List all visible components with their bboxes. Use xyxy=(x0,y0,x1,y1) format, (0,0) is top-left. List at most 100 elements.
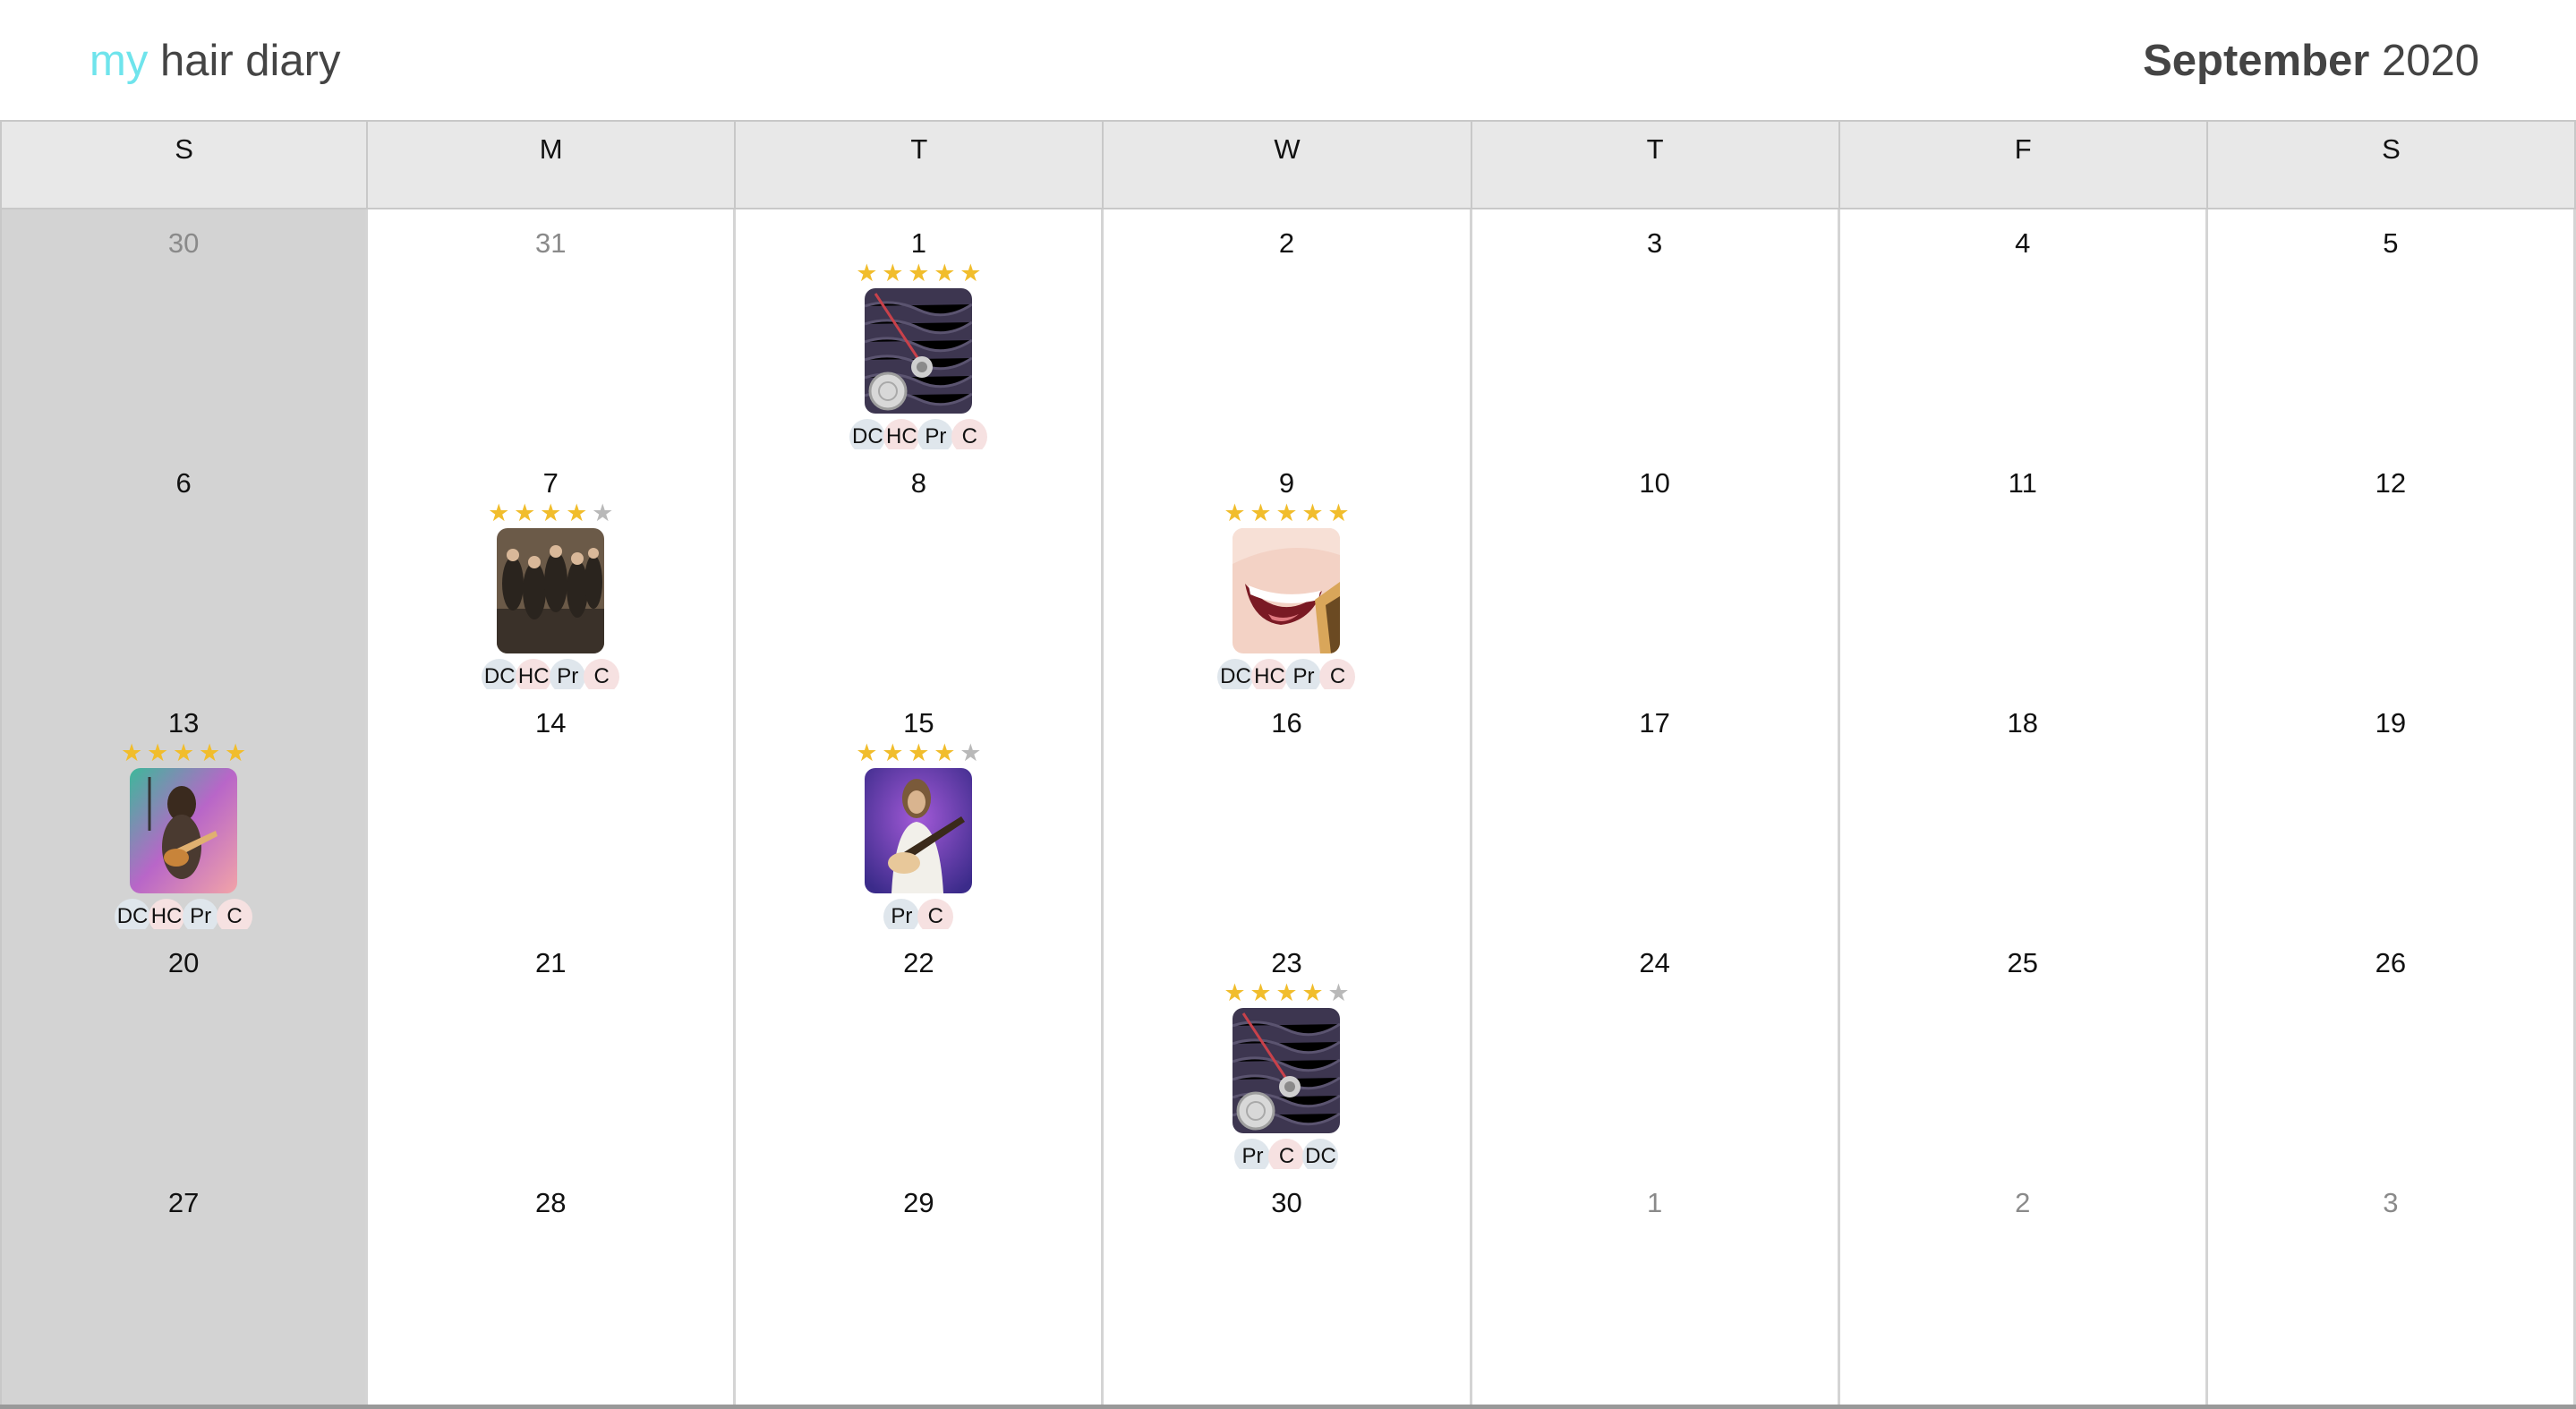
day-number: 7 xyxy=(542,467,559,499)
band-group-photo[interactable] xyxy=(497,528,605,653)
app-header: my hair diary September 2020 xyxy=(0,0,2576,120)
day-cell[interactable]: 29 xyxy=(736,1169,1105,1405)
week-row: 20 21 22 23 ★ ★ ★ ★ ★ Pr C DC 24 25 26 xyxy=(0,929,2576,1174)
star-icon: ★ xyxy=(934,739,956,766)
day-cell[interactable]: 2 xyxy=(1839,1169,2208,1405)
day-cell[interactable]: 22 xyxy=(736,929,1105,1174)
star-icon: ★ xyxy=(198,739,221,766)
day-cell[interactable]: 26 xyxy=(2207,929,2576,1174)
day-cell[interactable]: 3 xyxy=(1471,209,1840,455)
day-number: 2 xyxy=(1278,227,1295,259)
guitarist-stage-photo[interactable] xyxy=(130,768,238,893)
album-art-pendulum[interactable] xyxy=(1233,1008,1341,1133)
day-number: 9 xyxy=(1278,467,1295,499)
weekday-header: M xyxy=(368,122,737,208)
star-rating: ★ ★ ★ ★ ★ xyxy=(854,739,983,766)
star-rating: ★ ★ ★ ★ ★ xyxy=(486,501,615,525)
day-cell[interactable]: 12 xyxy=(2207,449,2576,695)
day-number: 11 xyxy=(2008,467,2037,499)
day-number: 30 xyxy=(167,227,200,259)
weekday-header: T xyxy=(736,122,1105,208)
day-cell[interactable]: 13 ★ ★ ★ ★ ★ DC HC Pr C xyxy=(0,689,369,935)
month-title: September 2020 xyxy=(2143,34,2479,88)
star-icon: ★ xyxy=(1301,500,1324,526)
day-cell[interactable]: 9 ★ ★ ★ ★ ★ DC HC Pr C xyxy=(1104,449,1472,695)
diary-entry[interactable]: ★ ★ ★ ★ ★ DC HC Pr C xyxy=(849,260,988,455)
star-icon: ★ xyxy=(882,739,904,766)
day-cell[interactable]: 21 xyxy=(368,929,737,1174)
day-cell[interactable]: 14 xyxy=(368,689,737,935)
day-number: 1 xyxy=(910,227,926,259)
day-cell[interactable]: 2 xyxy=(1104,209,1472,455)
day-number: 20 xyxy=(167,947,200,978)
star-icon: ★ xyxy=(1224,979,1246,1006)
weekday-header: S xyxy=(0,122,369,208)
day-number: 8 xyxy=(910,467,926,499)
star-icon: ★ xyxy=(1250,500,1272,526)
star-rating: ★ ★ ★ ★ ★ xyxy=(854,260,983,286)
day-cell[interactable]: 27 xyxy=(0,1169,369,1405)
star-icon: ★ xyxy=(856,739,878,766)
weekday-header: W xyxy=(1104,122,1472,208)
star-icon: ★ xyxy=(1250,979,1272,1006)
star-icon: ★ xyxy=(1224,500,1246,526)
star-icon: ★ xyxy=(1275,979,1298,1006)
day-number: 23 xyxy=(1271,947,1302,978)
app-logo[interactable]: my hair diary xyxy=(90,34,340,88)
day-number: 25 xyxy=(2007,947,2039,978)
guitarist-purple-photo[interactable] xyxy=(865,768,973,893)
day-cell[interactable]: 30 xyxy=(0,209,369,455)
day-number: 17 xyxy=(1639,707,1670,739)
day-cell[interactable]: 16 xyxy=(1104,689,1472,935)
day-cell[interactable]: 10 xyxy=(1471,449,1840,695)
day-number: 3 xyxy=(2383,1187,2399,1218)
diary-entry[interactable]: ★ ★ ★ ★ ★ Pr C xyxy=(854,739,983,935)
album-art-pendulum[interactable] xyxy=(865,288,973,414)
day-cell[interactable]: 7 ★ ★ ★ ★ ★ DC HC Pr C xyxy=(368,449,737,695)
day-cell[interactable]: 18 xyxy=(1839,689,2208,935)
weekday-header: T xyxy=(1471,122,1840,208)
day-number: 5 xyxy=(2383,227,2399,259)
day-cell[interactable]: 24 xyxy=(1471,929,1840,1174)
star-icon: ★ xyxy=(172,739,195,766)
diary-entry[interactable]: ★ ★ ★ ★ ★ DC HC Pr C xyxy=(115,739,253,935)
day-cell[interactable]: 6 xyxy=(0,449,369,695)
star-icon: ★ xyxy=(488,500,510,526)
star-rating: ★ ★ ★ ★ ★ xyxy=(1222,979,1351,1006)
day-cell[interactable]: 4 xyxy=(1839,209,2208,455)
day-number: 27 xyxy=(167,1187,200,1218)
day-number: 18 xyxy=(2007,707,2039,739)
day-number: 21 xyxy=(534,947,567,978)
day-cell[interactable]: 31 xyxy=(368,209,737,455)
day-cell[interactable]: 20 xyxy=(0,929,369,1174)
day-cell[interactable]: 1 xyxy=(1471,1169,1840,1405)
day-cell[interactable]: 8 xyxy=(736,449,1105,695)
day-number: 13 xyxy=(167,707,200,739)
day-cell[interactable]: 3 xyxy=(2207,1169,2576,1405)
day-cell[interactable]: 1 ★ ★ ★ ★ ★ DC HC Pr C xyxy=(736,209,1105,455)
day-cell[interactable]: 11 xyxy=(1839,449,2208,695)
month-year: 2020 xyxy=(2369,37,2479,85)
day-cell[interactable]: 15 ★ ★ ★ ★ ★ Pr C xyxy=(736,689,1105,935)
day-cell[interactable]: 30 xyxy=(1104,1169,1472,1405)
star-icon: ★ xyxy=(934,260,956,286)
day-cell[interactable]: 25 xyxy=(1839,929,2208,1174)
day-cell[interactable]: 23 ★ ★ ★ ★ ★ Pr C DC xyxy=(1104,929,1472,1174)
page: my hair diary September 2020 S M T W T F… xyxy=(0,0,2576,1409)
day-cell[interactable]: 5 xyxy=(2207,209,2576,455)
smiling-mouth-photo[interactable] xyxy=(1233,528,1341,653)
day-number: 1 xyxy=(1647,1187,1663,1218)
diary-entry[interactable]: ★ ★ ★ ★ ★ DC HC Pr C xyxy=(482,500,620,695)
star-icon: ★ xyxy=(908,739,930,766)
star-icon: ★ xyxy=(120,739,143,766)
day-cell[interactable]: 28 xyxy=(368,1169,737,1405)
day-number: 12 xyxy=(2375,467,2407,499)
day-number: 19 xyxy=(2375,707,2407,739)
brand-name: hair diary xyxy=(148,37,341,85)
day-number: 28 xyxy=(534,1187,567,1218)
diary-entry[interactable]: ★ ★ ★ ★ ★ Pr C DC xyxy=(1222,979,1351,1174)
day-cell[interactable]: 19 xyxy=(2207,689,2576,935)
diary-entry[interactable]: ★ ★ ★ ★ ★ DC HC Pr C xyxy=(1217,500,1356,695)
day-cell[interactable]: 17 xyxy=(1471,689,1840,935)
star-rating: ★ ★ ★ ★ ★ xyxy=(119,739,248,766)
